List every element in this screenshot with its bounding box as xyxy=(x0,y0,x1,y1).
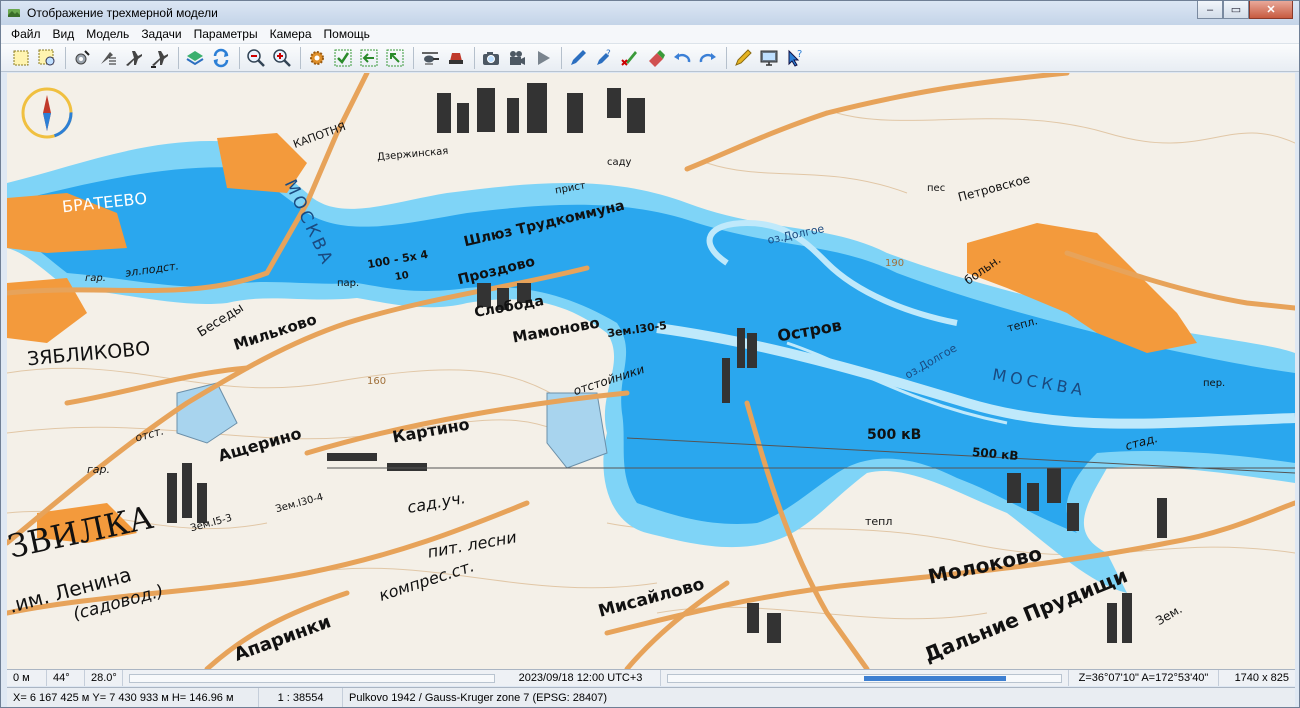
settings-gear-icon[interactable] xyxy=(305,46,329,70)
status-bar-top: 0 м 44° 28.0° 2023/09/18 12:00 UTC+3 Z=3… xyxy=(7,669,1295,686)
status-resolution: 1740 x 825 xyxy=(1234,672,1289,684)
menu-tasks[interactable]: Задачи xyxy=(135,25,187,44)
svg-text:?: ? xyxy=(797,49,802,60)
select-zoom-icon[interactable] xyxy=(35,46,59,70)
minimize-button[interactable]: ‒ xyxy=(1197,1,1223,19)
status-coordinates: X= 6 167 425 м Y= 7 430 933 м H= 146.96 … xyxy=(7,688,259,707)
map-label-pes: пес xyxy=(927,183,946,194)
menu-parameters[interactable]: Параметры xyxy=(188,25,264,44)
toolbar: ? ? xyxy=(1,44,1299,72)
select-rect-icon[interactable] xyxy=(9,46,33,70)
time-slider[interactable] xyxy=(661,670,1069,686)
window-title: Отображение трехмерной модели xyxy=(27,6,218,20)
status-scale: 1 : 38554 xyxy=(259,688,343,707)
map-label-gar-2: гар. xyxy=(87,463,110,476)
maximize-button[interactable]: ▭ xyxy=(1223,1,1249,19)
title-bar[interactable]: Отображение трехмерной модели ‒ ▭ ✕ xyxy=(1,1,1299,25)
play-icon[interactable] xyxy=(531,46,555,70)
menu-bar: Файл Вид Модель Задачи Параметры Камера … xyxy=(1,25,1299,44)
map-label-gar-1: гар. xyxy=(85,273,106,284)
plane-icon[interactable] xyxy=(122,46,146,70)
toolbar-separator xyxy=(178,46,179,69)
arrow-back-check-icon[interactable] xyxy=(383,46,407,70)
map-label-sadu: саду xyxy=(607,157,632,168)
time-slider-track[interactable] xyxy=(667,673,1062,683)
toolbar-separator xyxy=(726,46,727,69)
status-angle: 44° xyxy=(47,670,85,686)
undo-icon[interactable] xyxy=(670,46,694,70)
app-window: Отображение трехмерной модели ‒ ▭ ✕ Файл… xyxy=(0,0,1300,708)
status-distance: 0 м xyxy=(7,670,47,686)
model-list-icon[interactable] xyxy=(96,46,120,70)
layers-icon[interactable] xyxy=(183,46,207,70)
map-label-tepl-2: тепл xyxy=(865,515,893,528)
toolbar-separator xyxy=(239,46,240,69)
menu-view[interactable]: Вид xyxy=(47,25,81,44)
toolbar-separator xyxy=(65,46,66,69)
help-pen-icon[interactable]: ? xyxy=(592,46,616,70)
menu-file[interactable]: Файл xyxy=(5,25,47,44)
map-label-160: 160 xyxy=(367,376,387,387)
status-datetime: 2023/09/18 12:00 UTC+3 xyxy=(501,670,661,686)
map-label-190: 190 xyxy=(885,258,905,269)
toolbar-separator xyxy=(561,46,562,69)
zoom-out-icon[interactable] xyxy=(244,46,268,70)
tilt-slider-track[interactable] xyxy=(129,673,495,683)
redo-icon[interactable] xyxy=(696,46,720,70)
refresh-icon[interactable] xyxy=(209,46,233,70)
check-all-icon[interactable] xyxy=(331,46,355,70)
zoom-in-icon[interactable] xyxy=(270,46,294,70)
car-icon[interactable] xyxy=(444,46,468,70)
help-cursor-icon[interactable]: ? xyxy=(783,46,807,70)
model-settings-icon[interactable] xyxy=(70,46,94,70)
map-label-500kv-a: 500 кВ xyxy=(867,427,922,443)
camera-icon[interactable] xyxy=(479,46,503,70)
video-camera-icon[interactable] xyxy=(505,46,529,70)
arrow-left-check-icon[interactable] xyxy=(357,46,381,70)
monitor-icon[interactable] xyxy=(757,46,781,70)
svg-text:?: ? xyxy=(606,49,611,59)
status-tilt: 28.0° xyxy=(85,670,123,686)
map-3d-viewport[interactable]: БРАТЕЕВО МОСКВА Шлюз Трудкоммуна 100 - 5… xyxy=(7,73,1295,669)
app-icon xyxy=(8,9,20,17)
map-label-per: пер. xyxy=(1203,378,1226,389)
menu-camera[interactable]: Камера xyxy=(264,25,318,44)
time-slider-fill xyxy=(864,675,1006,681)
tilt-slider[interactable] xyxy=(123,670,501,686)
status-orientation: Z=36°07'10" A=172°53'40" xyxy=(1069,670,1219,686)
eraser-icon[interactable] xyxy=(644,46,668,70)
status-bar-bottom: X= 6 167 425 м Y= 7 430 933 м H= 146.96 … xyxy=(7,687,1295,707)
plane-route-icon[interactable] xyxy=(148,46,172,70)
status-crs: Pulkovo 1942 / Gauss-Kruger zone 7 (EPSG… xyxy=(349,691,608,704)
close-button[interactable]: ✕ xyxy=(1249,1,1293,19)
menu-model[interactable]: Модель xyxy=(80,25,135,44)
toolbar-separator xyxy=(474,46,475,69)
menu-help[interactable]: Помощь xyxy=(318,25,376,44)
cross-marker-icon[interactable] xyxy=(618,46,642,70)
toolbar-separator xyxy=(413,46,414,69)
toolbar-separator xyxy=(300,46,301,69)
map-label-par: пар. xyxy=(337,278,360,289)
pen-icon[interactable] xyxy=(566,46,590,70)
pencil-ruler-icon[interactable] xyxy=(731,46,755,70)
helicopter-icon[interactable] xyxy=(418,46,442,70)
